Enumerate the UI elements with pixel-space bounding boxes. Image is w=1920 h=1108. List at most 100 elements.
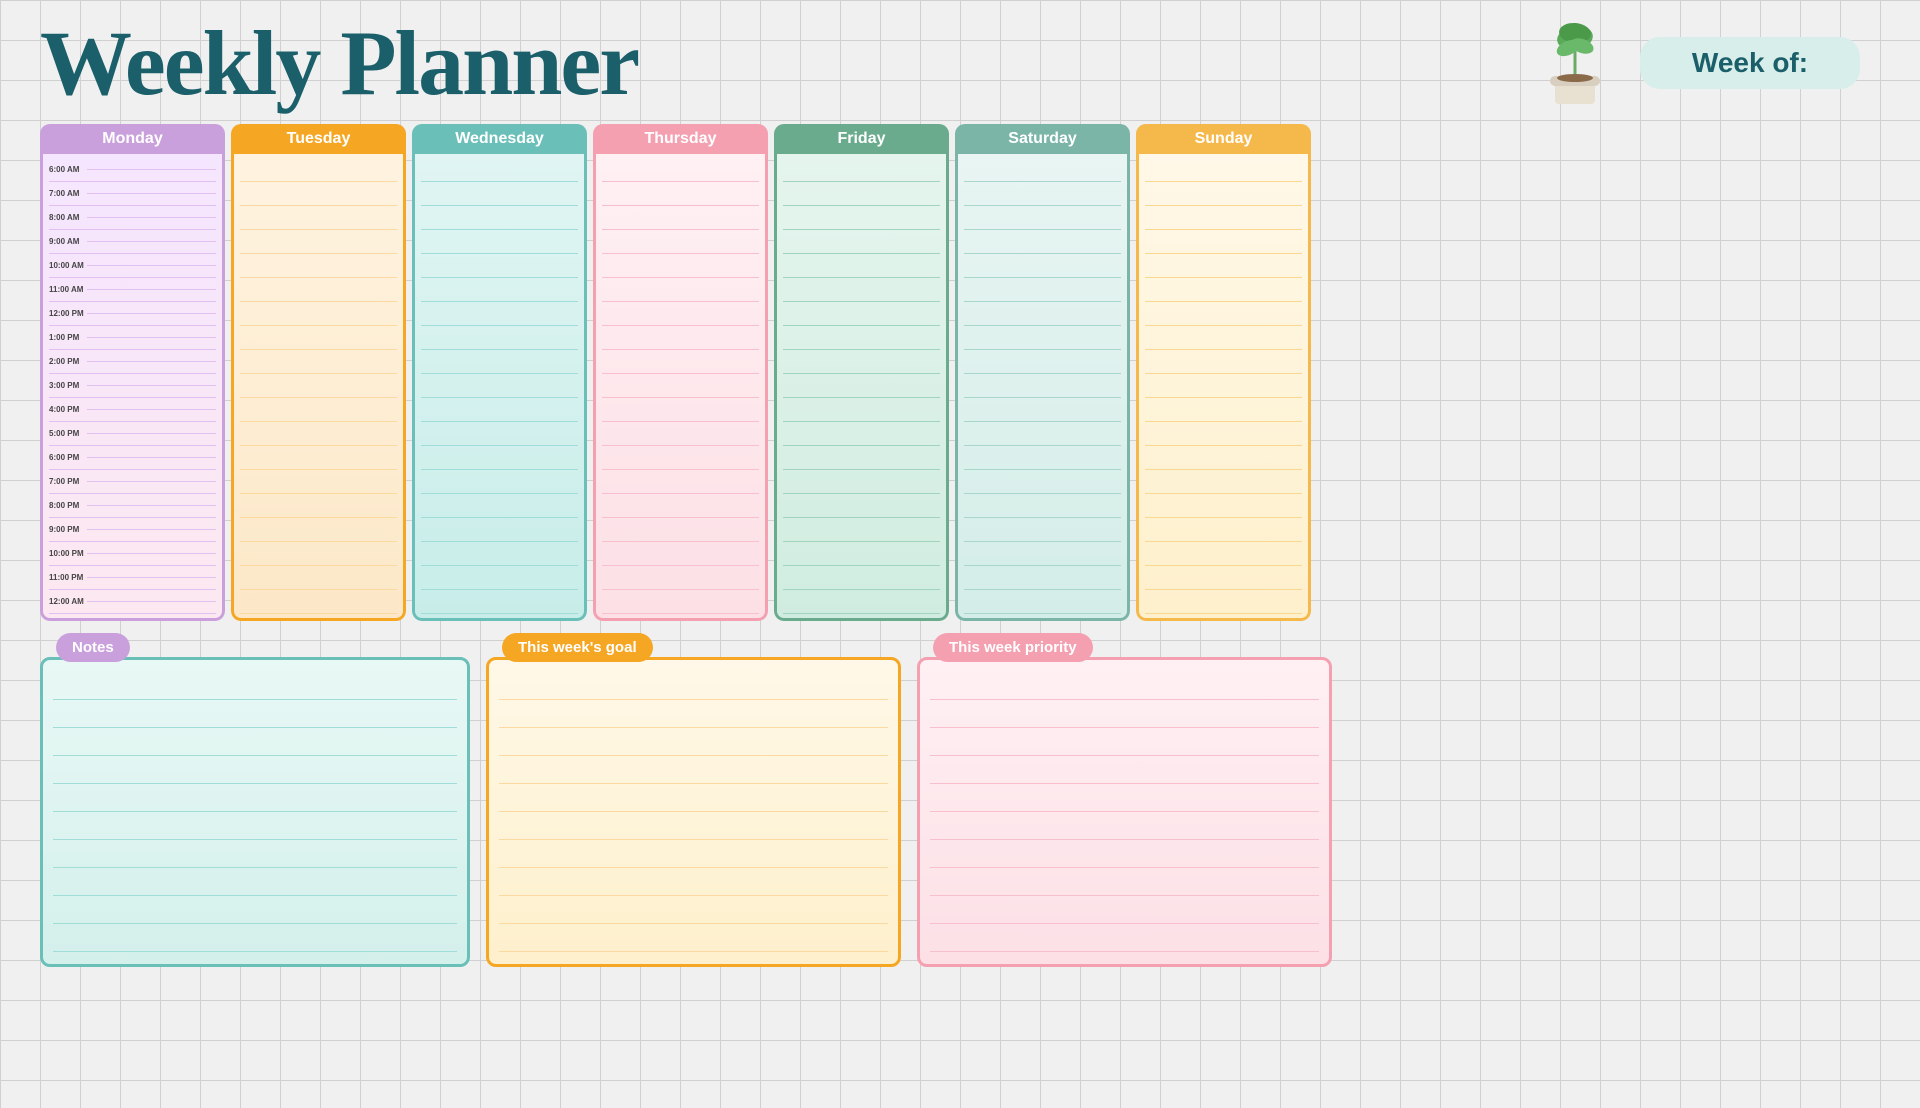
time-row[interactable] [240, 230, 397, 254]
time-row[interactable] [240, 350, 397, 374]
time-row[interactable] [240, 326, 397, 350]
time-row[interactable]: 2:00 PM [49, 350, 216, 374]
day-body-thursday[interactable] [593, 154, 768, 621]
time-row[interactable] [783, 374, 940, 398]
time-row[interactable]: 5:00 PM [49, 422, 216, 446]
time-row[interactable] [1145, 158, 1302, 182]
time-row[interactable] [1145, 590, 1302, 614]
time-row[interactable] [964, 374, 1121, 398]
section-line[interactable] [499, 814, 888, 840]
time-row[interactable] [240, 470, 397, 494]
time-row[interactable] [602, 278, 759, 302]
section-line[interactable] [53, 814, 457, 840]
time-row[interactable] [1145, 422, 1302, 446]
time-row[interactable]: 6:00 AM [49, 158, 216, 182]
time-row[interactable] [421, 566, 578, 590]
time-row[interactable] [964, 302, 1121, 326]
time-row[interactable] [602, 398, 759, 422]
time-row[interactable] [964, 158, 1121, 182]
section-line[interactable] [53, 926, 457, 952]
time-row[interactable] [240, 158, 397, 182]
time-row[interactable] [783, 230, 940, 254]
time-row[interactable] [964, 566, 1121, 590]
section-line[interactable] [53, 842, 457, 868]
time-row[interactable] [783, 566, 940, 590]
time-row[interactable] [1145, 566, 1302, 590]
time-row[interactable]: 8:00 PM [49, 494, 216, 518]
time-row[interactable]: 3:00 PM [49, 374, 216, 398]
time-row[interactable] [1145, 302, 1302, 326]
time-row[interactable] [602, 494, 759, 518]
time-row[interactable] [964, 350, 1121, 374]
time-row[interactable] [783, 494, 940, 518]
time-row[interactable] [1145, 350, 1302, 374]
time-row[interactable] [964, 326, 1121, 350]
time-row[interactable] [1145, 470, 1302, 494]
time-row[interactable]: 10:00 AM [49, 254, 216, 278]
time-row[interactable] [602, 446, 759, 470]
time-row[interactable]: 7:00 AM [49, 182, 216, 206]
day-body-monday[interactable]: 6:00 AM7:00 AM8:00 AM9:00 AM10:00 AM11:0… [40, 154, 225, 621]
time-row[interactable]: 1:00 PM [49, 326, 216, 350]
time-row[interactable] [602, 422, 759, 446]
time-row[interactable] [421, 446, 578, 470]
section-line[interactable] [930, 730, 1319, 756]
section-line[interactable] [499, 730, 888, 756]
time-row[interactable] [1145, 206, 1302, 230]
time-row[interactable] [964, 446, 1121, 470]
time-row[interactable] [1145, 254, 1302, 278]
time-row[interactable] [964, 182, 1121, 206]
time-row[interactable] [964, 278, 1121, 302]
time-row[interactable] [602, 350, 759, 374]
section-line[interactable] [499, 758, 888, 784]
section-line[interactable] [499, 702, 888, 728]
time-row[interactable] [421, 542, 578, 566]
time-row[interactable] [964, 398, 1121, 422]
section-line[interactable] [499, 898, 888, 924]
section-line[interactable] [930, 898, 1319, 924]
section-line[interactable] [930, 814, 1319, 840]
section-line[interactable] [53, 898, 457, 924]
section-line[interactable] [930, 758, 1319, 784]
section-line[interactable] [930, 674, 1319, 700]
time-row[interactable] [602, 518, 759, 542]
time-row[interactable]: 12:00 PM [49, 302, 216, 326]
time-row[interactable] [240, 590, 397, 614]
time-row[interactable] [783, 590, 940, 614]
time-row[interactable] [783, 302, 940, 326]
time-row[interactable] [421, 254, 578, 278]
time-row[interactable]: 11:00 AM [49, 278, 216, 302]
section-line[interactable] [930, 702, 1319, 728]
time-row[interactable] [240, 182, 397, 206]
section-line[interactable] [930, 870, 1319, 896]
time-row[interactable] [240, 446, 397, 470]
time-row[interactable] [783, 158, 940, 182]
time-row[interactable] [964, 470, 1121, 494]
time-row[interactable] [602, 542, 759, 566]
time-row[interactable] [240, 302, 397, 326]
time-row[interactable] [421, 182, 578, 206]
time-row[interactable] [421, 302, 578, 326]
time-row[interactable] [602, 374, 759, 398]
section-line[interactable] [930, 926, 1319, 952]
time-row[interactable] [1145, 398, 1302, 422]
time-row[interactable] [602, 302, 759, 326]
time-row[interactable]: 12:00 AM [49, 590, 216, 614]
time-row[interactable]: 11:00 PM [49, 566, 216, 590]
week-of-badge[interactable]: Week of: [1640, 37, 1860, 89]
time-row[interactable] [1145, 182, 1302, 206]
time-row[interactable] [240, 278, 397, 302]
time-row[interactable] [602, 182, 759, 206]
day-body-wednesday[interactable] [412, 154, 587, 621]
time-row[interactable] [421, 206, 578, 230]
time-row[interactable] [1145, 278, 1302, 302]
time-row[interactable] [421, 278, 578, 302]
time-row[interactable] [421, 350, 578, 374]
time-row[interactable] [964, 590, 1121, 614]
time-row[interactable] [602, 470, 759, 494]
time-row[interactable] [1145, 518, 1302, 542]
time-row[interactable] [1145, 230, 1302, 254]
time-row[interactable] [421, 590, 578, 614]
time-row[interactable] [783, 398, 940, 422]
time-row[interactable] [421, 158, 578, 182]
